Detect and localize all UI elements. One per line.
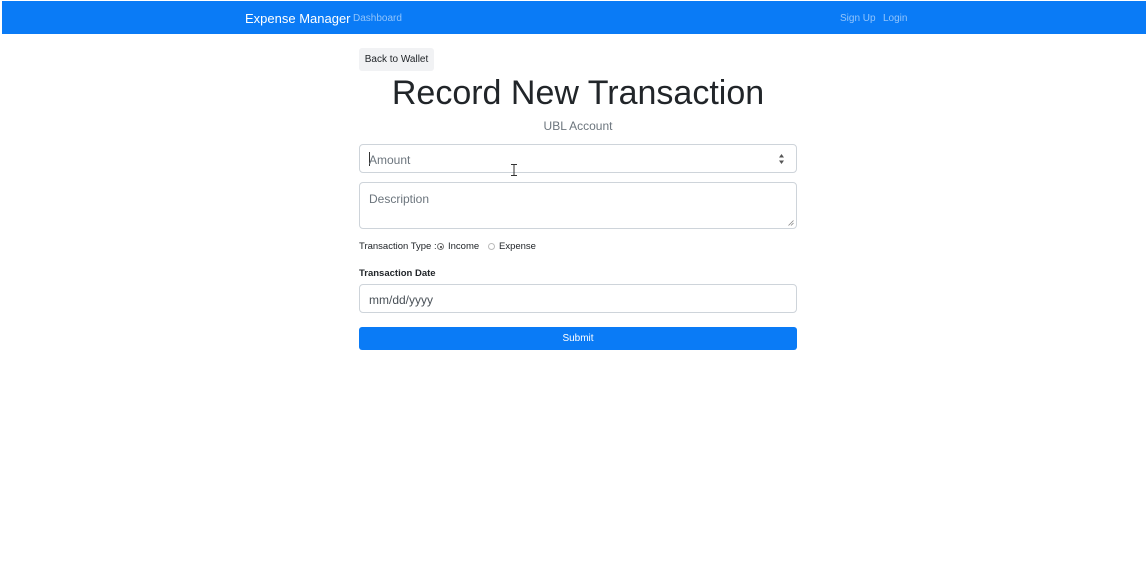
page-title: Record New Transaction [391,74,765,112]
amount-placeholder: Amount [369,153,411,167]
account-name: UBL Account [543,119,613,133]
description-textarea[interactable]: Description [359,182,797,229]
transaction-date-label: Transaction Date [359,268,436,279]
nav-signup-link[interactable]: Sign Up [840,13,876,24]
income-label[interactable]: Income [448,241,479,252]
transaction-date-input[interactable]: mm/dd/yyyy [359,284,797,313]
back-to-wallet-button[interactable]: Back to Wallet [359,48,434,71]
brand-link[interactable]: Expense Manager [245,11,351,26]
page: Expense Manager Dashboard Sign Up Login … [0,0,1146,579]
top-navbar: Expense Manager Dashboard Sign Up Login [2,1,1146,34]
nav-login-link[interactable]: Login [883,13,907,24]
expense-radio[interactable] [488,243,495,250]
date-placeholder: mm/dd/yyyy [369,293,434,307]
resize-grip-icon[interactable] [788,220,794,226]
transaction-type-label: Transaction Type : [359,241,437,252]
number-spinner-icon[interactable] [778,153,785,165]
amount-input[interactable]: Amount [359,144,797,173]
description-placeholder: Description [369,192,430,206]
expense-label[interactable]: Expense [499,241,536,252]
submit-button[interactable]: Submit [359,327,797,350]
nav-dashboard-link[interactable]: Dashboard [353,13,402,24]
text-cursor-icon [511,164,517,176]
income-radio[interactable] [437,243,444,250]
